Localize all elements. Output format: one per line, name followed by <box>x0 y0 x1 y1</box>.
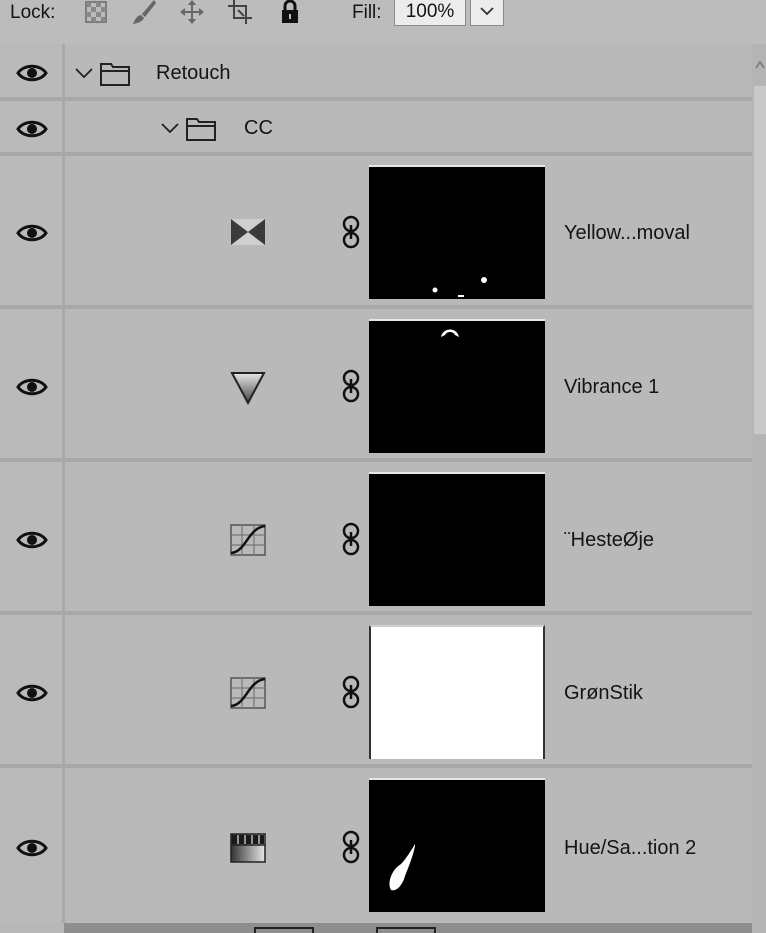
mask-link-icon[interactable] <box>340 215 362 249</box>
eye-icon[interactable] <box>16 376 48 398</box>
group-name-cc: CC <box>244 117 273 139</box>
vibrance-icon <box>230 372 266 406</box>
eye-icon[interactable] <box>16 62 48 84</box>
visibility-column <box>0 462 65 612</box>
eye-icon[interactable] <box>16 682 48 704</box>
mask-link-icon[interactable] <box>340 830 362 864</box>
mask-spots <box>441 329 459 337</box>
lock-artboard-icon[interactable] <box>226 0 254 26</box>
folder-icon <box>100 63 130 86</box>
visibility-column <box>0 309 65 459</box>
visibility-column <box>0 156 65 306</box>
chevron-down-icon[interactable] <box>160 121 180 135</box>
eye-icon[interactable] <box>16 222 48 244</box>
layer-name: ¨HesteØje <box>564 529 655 551</box>
footer-button[interactable] <box>376 927 436 933</box>
layer-row[interactable]: Hue/Sa...tion 2 <box>0 768 752 923</box>
curves-icon <box>230 524 266 556</box>
layer-row[interactable]: Yellow...moval <box>0 156 752 306</box>
eye-icon[interactable] <box>16 529 48 551</box>
visibility-column <box>0 44 65 98</box>
mask-link-icon[interactable] <box>340 369 362 403</box>
fill-label: Fill: <box>352 2 382 23</box>
lock-image-pixels-icon[interactable] <box>130 0 158 26</box>
layers-panel: Retouch CC Yellow...moval Vibrance 1 ¨He… <box>0 44 766 933</box>
layer-row[interactable]: GrønStik <box>0 615 752 765</box>
visibility-column <box>0 615 65 765</box>
fill-opacity-input[interactable]: 100% <box>394 0 466 26</box>
layer-mask-thumbnail[interactable] <box>369 319 545 453</box>
chevron-down-icon <box>480 7 494 16</box>
layer-mask-thumbnail[interactable] <box>369 472 545 606</box>
group-name-retouch: Retouch <box>156 62 231 84</box>
mask-link-icon[interactable] <box>340 675 362 709</box>
scroll-up-arrow-icon[interactable] <box>754 50 766 80</box>
mask-spots <box>389 844 415 891</box>
eye-icon[interactable] <box>16 837 48 859</box>
layer-name: Yellow...moval <box>564 222 690 244</box>
lock-position-icon[interactable] <box>178 0 206 26</box>
chevron-down-icon[interactable] <box>74 66 94 80</box>
mask-link-icon[interactable] <box>340 522 362 556</box>
layer-row[interactable]: ¨HesteØje <box>0 462 752 612</box>
lock-transparent-pixels-icon[interactable] <box>82 0 110 26</box>
layer-group-row-retouch[interactable]: Retouch <box>0 44 752 98</box>
footer-button[interactable] <box>254 927 314 933</box>
curves-icon <box>230 677 266 709</box>
mask-spots <box>432 277 487 297</box>
layer-mask-thumbnail[interactable] <box>369 165 545 299</box>
lock-all-icon[interactable] <box>276 0 304 26</box>
layer-name: GrønStik <box>564 682 643 704</box>
layer-group-row-cc[interactable]: CC <box>0 101 752 154</box>
lock-label: Lock: <box>10 2 56 23</box>
hue-saturation-icon <box>230 833 266 863</box>
scrollbar-thumb[interactable] <box>754 86 766 434</box>
layer-row[interactable]: Vibrance 1 <box>0 309 752 459</box>
fill-dropdown-button[interactable] <box>470 0 504 26</box>
selective-color-icon <box>231 219 265 245</box>
eye-icon[interactable] <box>16 118 48 140</box>
folder-icon <box>186 118 216 141</box>
visibility-column <box>0 101 65 154</box>
layer-name: Vibrance 1 <box>564 376 660 398</box>
layer-name: Hue/Sa...tion 2 <box>564 837 697 859</box>
layer-mask-thumbnail[interactable] <box>369 778 545 912</box>
layer-options-bar: Lock: Fill: 100% <box>0 0 766 44</box>
visibility-column <box>0 768 65 923</box>
layer-mask-thumbnail[interactable] <box>369 625 545 759</box>
